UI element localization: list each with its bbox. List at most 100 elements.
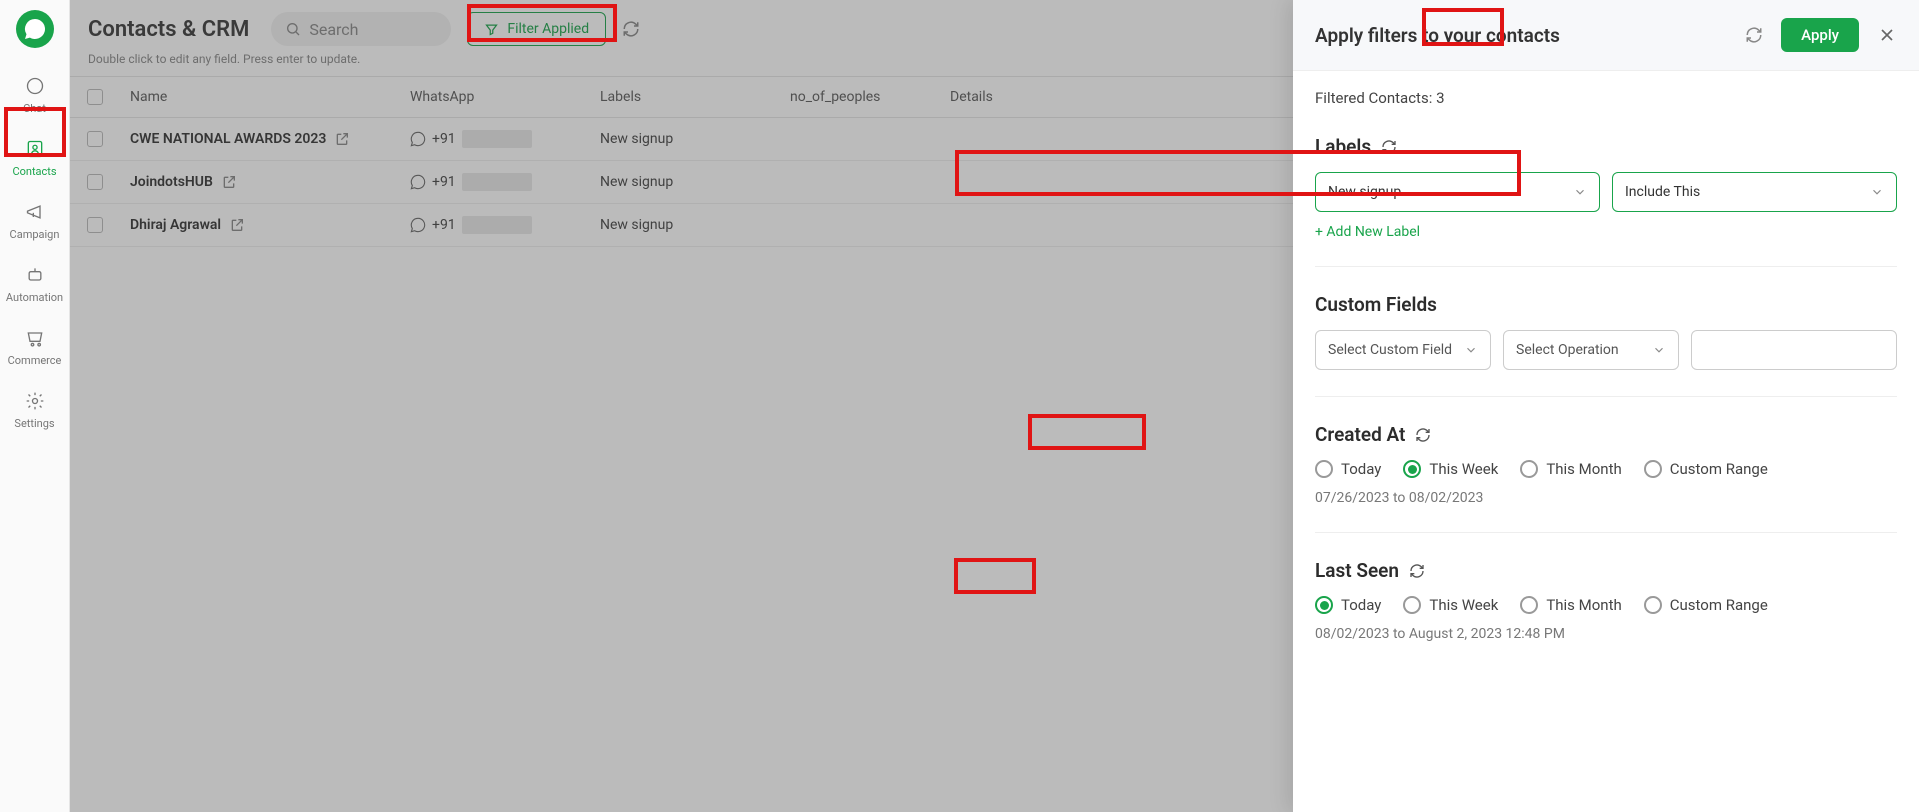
sidebar: Chat Contacts Campaign Automation Commer… — [0, 0, 70, 812]
panel-body: Filtered Contacts: 3 Labels New signup I… — [1293, 71, 1919, 812]
contact-name: CWE NATIONAL AWARDS 2023 — [130, 131, 326, 147]
radio-custom-range[interactable]: Custom Range — [1644, 596, 1768, 614]
divider — [1315, 532, 1897, 533]
filter-button-label: Filter Applied — [507, 21, 589, 37]
last-seen-radios: Today This Week This Month Custom Range — [1315, 596, 1897, 614]
select-all-checkbox[interactable] — [87, 89, 103, 105]
megaphone-icon — [23, 200, 47, 224]
row-label: New signup — [590, 119, 780, 159]
custom-fields-title: Custom Fields — [1315, 293, 1897, 316]
row-checkbox[interactable] — [87, 174, 103, 190]
created-date-range: 07/26/2023 to 08/02/2023 — [1315, 490, 1897, 506]
labels-section-title: Labels — [1315, 135, 1897, 158]
sidebar-item-label: Commerce — [8, 354, 62, 367]
chevron-down-icon — [1573, 185, 1587, 199]
radio-icon — [1315, 596, 1333, 614]
sidebar-item-automation[interactable]: Automation — [7, 255, 63, 310]
phone-redacted — [462, 130, 532, 148]
row-checkbox[interactable] — [87, 217, 103, 233]
open-external-icon[interactable] — [221, 174, 237, 190]
app-logo — [16, 10, 54, 48]
sidebar-item-label: Campaign — [10, 228, 60, 241]
filtered-count: Filtered Contacts: 3 — [1315, 89, 1897, 107]
sidebar-item-settings[interactable]: Settings — [7, 381, 63, 436]
page-title: Contacts & CRM — [88, 17, 249, 42]
sidebar-item-label: Contacts — [12, 165, 56, 178]
whatsapp-icon — [410, 217, 426, 233]
custom-value-input[interactable] — [1691, 330, 1897, 370]
panel-header: Apply filters to your contacts Apply — [1293, 0, 1919, 71]
contacts-icon — [23, 137, 47, 161]
row-label: New signup — [590, 205, 780, 245]
created-at-radios: Today This Week This Month Custom Range — [1315, 460, 1897, 478]
operation-select[interactable]: Select Operation — [1503, 330, 1679, 370]
row-label: New signup — [590, 162, 780, 202]
sidebar-item-label: Automation — [6, 291, 63, 304]
radio-this-month[interactable]: This Month — [1520, 460, 1621, 478]
radio-this-month[interactable]: This Month — [1520, 596, 1621, 614]
chat-icon — [23, 74, 47, 98]
col-labels[interactable]: Labels — [590, 77, 780, 117]
label-select[interactable]: New signup — [1315, 172, 1600, 212]
add-label-link[interactable]: + Add New Label — [1315, 224, 1897, 240]
radio-this-week[interactable]: This Week — [1403, 596, 1498, 614]
radio-today[interactable]: Today — [1315, 596, 1381, 614]
radio-icon — [1644, 460, 1662, 478]
chevron-down-icon — [1464, 343, 1478, 357]
radio-icon — [1403, 596, 1421, 614]
close-icon[interactable] — [1877, 25, 1897, 45]
contact-name: JoindotsHUB — [130, 174, 213, 190]
open-external-icon[interactable] — [229, 217, 245, 233]
sidebar-item-label: Chat — [23, 102, 46, 115]
contact-name: Dhiraj Agrawal — [130, 217, 221, 233]
include-select[interactable]: Include This — [1612, 172, 1897, 212]
phone-redacted — [462, 173, 532, 191]
col-nop[interactable]: no_of_peoples — [780, 77, 940, 117]
refresh-icon[interactable] — [622, 20, 640, 38]
radio-icon — [1644, 596, 1662, 614]
custom-field-placeholder: Select Custom Field — [1328, 342, 1452, 358]
gear-icon — [23, 389, 47, 413]
panel-title: Apply filters to your contacts — [1315, 24, 1560, 47]
lastseen-date-range: 08/02/2023 to August 2, 2023 12:48 PM — [1315, 626, 1897, 642]
sidebar-item-campaign[interactable]: Campaign — [7, 192, 63, 247]
chevron-down-icon — [1652, 343, 1666, 357]
radio-icon — [1520, 460, 1538, 478]
search-placeholder: Search — [309, 20, 358, 39]
filter-applied-button[interactable]: Filter Applied — [467, 12, 606, 46]
radio-today[interactable]: Today — [1315, 460, 1381, 478]
whatsapp-logo-icon — [23, 17, 47, 41]
divider — [1315, 396, 1897, 397]
open-external-icon[interactable] — [334, 131, 350, 147]
refresh-icon[interactable] — [1745, 26, 1763, 44]
sidebar-item-commerce[interactable]: Commerce — [7, 318, 63, 373]
sidebar-item-label: Settings — [14, 417, 54, 430]
col-whatsapp[interactable]: WhatsApp — [400, 77, 590, 117]
label-select-value: New signup — [1328, 184, 1401, 200]
refresh-icon[interactable] — [1409, 563, 1425, 579]
col-name[interactable]: Name — [120, 77, 400, 117]
phone-redacted — [462, 216, 532, 234]
last-seen-title: Last Seen — [1315, 559, 1897, 582]
search-icon — [285, 21, 301, 37]
refresh-icon[interactable] — [1381, 139, 1397, 155]
operation-placeholder: Select Operation — [1516, 342, 1619, 358]
radio-custom-range[interactable]: Custom Range — [1644, 460, 1768, 478]
sidebar-item-contacts[interactable]: Contacts — [7, 129, 63, 184]
refresh-icon[interactable] — [1415, 427, 1431, 443]
filter-icon — [484, 22, 499, 37]
sidebar-item-chat[interactable]: Chat — [7, 66, 63, 121]
whatsapp-icon — [410, 174, 426, 190]
cart-icon — [23, 326, 47, 350]
chevron-down-icon — [1870, 185, 1884, 199]
apply-button[interactable]: Apply — [1781, 18, 1859, 52]
phone-prefix: +91 — [432, 217, 456, 233]
radio-icon — [1315, 460, 1333, 478]
phone-prefix: +91 — [432, 131, 456, 147]
search-input[interactable]: Search — [271, 12, 451, 46]
custom-field-select[interactable]: Select Custom Field — [1315, 330, 1491, 370]
phone-prefix: +91 — [432, 174, 456, 190]
radio-this-week[interactable]: This Week — [1403, 460, 1498, 478]
row-checkbox[interactable] — [87, 131, 103, 147]
whatsapp-icon — [410, 131, 426, 147]
